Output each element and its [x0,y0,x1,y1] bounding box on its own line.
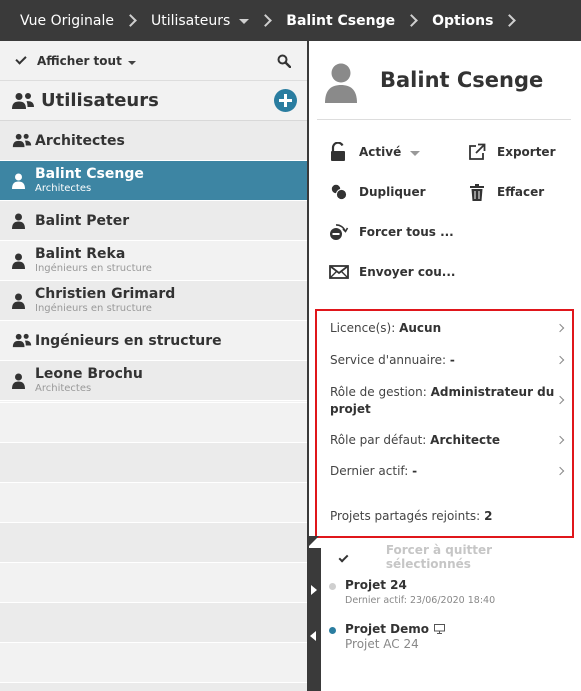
user-icon [12,253,25,269]
user-icon [12,373,25,389]
users-header: Utilisateurs [0,81,307,121]
list-item-group: Ingénieurs en structure [35,263,152,274]
expand-tab[interactable] [307,571,321,610]
list-item-group: Architectes [35,383,92,394]
chevron-right-icon [124,14,137,27]
list-item[interactable]: Leone Brochu Architectes [0,361,307,401]
user-name: Balint Csenge [380,68,544,92]
list-item[interactable]: Balint Peter [0,201,307,241]
delete-button[interactable]: Effacer [467,182,544,202]
shared-projects-row: Projets partagés rejoints: 2 [330,509,493,523]
list-item-name: Balint Csenge [35,166,144,182]
unlock-icon [331,142,345,161]
user-properties: Licence(s): Aucun Service d'annuaire: - … [315,309,574,538]
user-icon [12,293,25,309]
users-group-icon [12,333,32,348]
external-link-icon [469,143,486,160]
project-item[interactable]: Projet 24 Dernier actif: 23/06/2020 18:4… [329,578,495,606]
list-item[interactable]: Balint Reka Ingénieurs en structure [0,241,307,281]
avatar [325,63,357,103]
search-icon[interactable] [277,54,291,68]
list-item-name: Balint Peter [35,212,130,229]
force-logout-icon [330,224,349,240]
status-dot [329,627,336,634]
add-user-button[interactable] [274,89,297,112]
management-role-row[interactable]: Rôle de gestion: Administrateur du proje… [330,384,565,418]
licence-row[interactable]: Licence(s): Aucun [330,320,565,337]
triangle-right-icon [311,585,317,595]
breadcrumb: Vue Originale Utilisateurs Balint Csenge… [0,0,581,41]
list-item[interactable]: Architectes [0,121,307,161]
project-item[interactable]: Projet Demo Projet AC 24 [329,622,445,651]
export-button[interactable]: Exporter [467,142,555,162]
divider [317,119,571,120]
list-item-name: Christien Grimard [35,286,176,302]
list-item-name: Balint Reka [35,246,126,262]
caret-down-icon [410,150,421,156]
breadcrumb-item-vue-originale[interactable]: Vue Originale [20,0,114,41]
check-icon [15,53,27,65]
user-icon [12,213,25,229]
user-icon [12,173,25,189]
status-dot [329,583,336,590]
chevron-right-icon [555,323,565,333]
filter-dropdown[interactable]: Afficher tout [37,54,136,68]
active-toggle[interactable]: Activé [329,142,421,162]
directory-service-row[interactable]: Service d'annuaire: - [330,352,565,369]
envelope-icon [329,265,349,279]
list-item-name: Ingénieurs en structure [35,332,222,349]
chevron-right-icon [259,14,273,27]
default-role-row[interactable]: Rôle par défaut: Architecte [330,432,565,449]
empty-rows [0,402,307,691]
list-item-name: Architectes [35,132,125,149]
list-item[interactable]: Christien Grimard Ingénieurs en structure [0,281,307,321]
duplicate-button[interactable]: Dupliquer [329,182,426,202]
chevron-right-icon [555,466,565,476]
monitor-icon [433,624,445,634]
send-message-button[interactable]: Envoyer cou... [329,262,455,282]
force-quit-bar: Forcer à quitter sélectionnés [338,543,569,571]
list-item-group: Ingénieurs en structure [35,303,152,314]
force-quit-selected-button[interactable]: Forcer à quitter sélectionnés [386,543,569,571]
users-title: Utilisateurs [41,90,159,111]
users-panel: Afficher tout Utilisateurs Architectes B… [0,41,307,691]
breadcrumb-item-user[interactable]: Balint Csenge [286,0,395,41]
chevron-right-icon [405,14,418,27]
filter-bar: Afficher tout [0,41,307,81]
duplicate-icon [331,184,348,201]
breadcrumb-item-utilisateurs[interactable]: Utilisateurs [151,0,250,41]
chevron-right-icon [555,395,565,405]
force-all-button[interactable]: Forcer tous ... [329,222,454,242]
chevron-right-icon [555,435,565,445]
users-group-icon [12,133,32,148]
breadcrumb-item-options[interactable]: Options [432,0,493,41]
chevron-right-icon [503,14,517,27]
trash-icon [470,183,484,201]
user-details-panel: Balint Csenge Activé Exporter Dupliquer … [307,41,581,691]
collapse-tab[interactable] [307,617,321,656]
list-item-name: Leone Brochu [35,366,143,382]
list-item-group: Architectes [35,183,92,194]
list-item[interactable]: Ingénieurs en structure [0,321,307,361]
check-icon[interactable] [338,552,349,562]
caret-down-icon [127,60,136,65]
list-item-selected[interactable]: Balint Csenge Architectes [0,161,307,201]
users-group-icon [12,92,34,109]
chevron-right-icon [555,355,565,365]
last-active-row[interactable]: Dernier actif: - [330,463,565,480]
caret-down-icon[interactable] [239,19,250,24]
triangle-left-icon [310,631,316,641]
panel-edge [307,536,319,548]
